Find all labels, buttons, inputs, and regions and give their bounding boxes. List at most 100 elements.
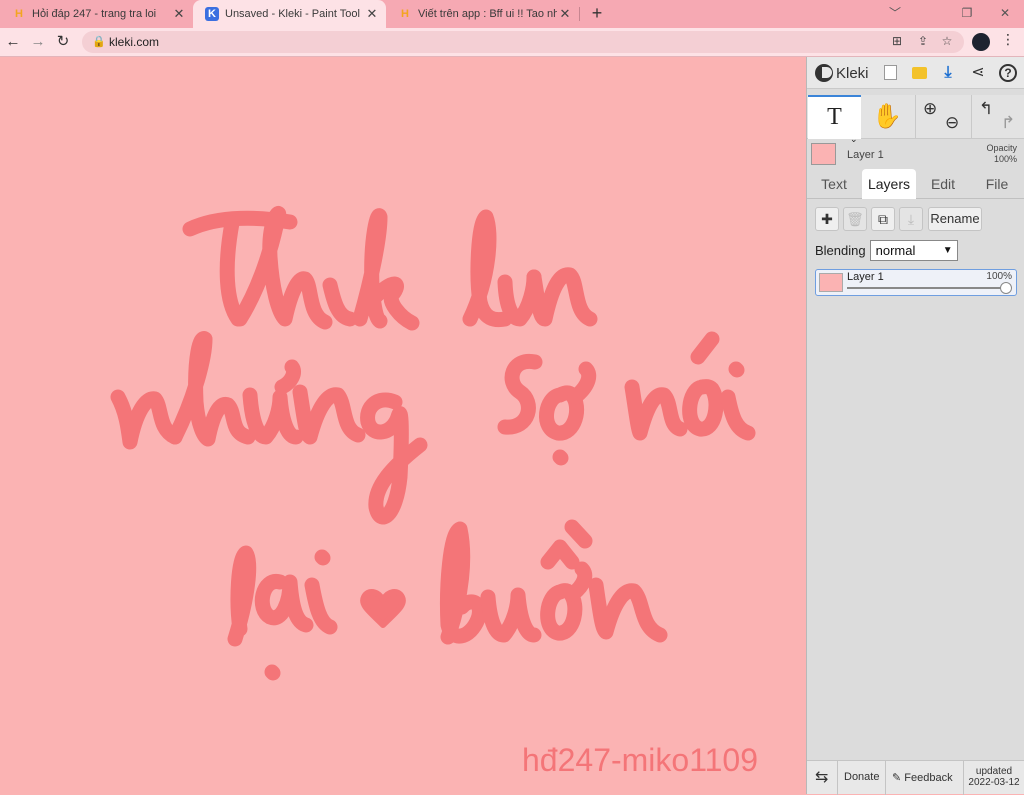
tab-close-icon[interactable]: ✕ xyxy=(557,6,573,22)
feedback-label: Feedback xyxy=(904,772,953,784)
tool-row: T ⌄ ✋ ⊕ ⊖ ↰ ↱ xyxy=(807,95,1024,144)
layer-opacity-slider[interactable] xyxy=(847,287,1007,289)
hoidap-favicon-icon: H xyxy=(401,8,409,20)
back-icon[interactable]: ← xyxy=(2,31,24,53)
minimize-icon[interactable]: ﹀ xyxy=(880,2,910,24)
zoom-out-icon[interactable]: ⊖ xyxy=(945,113,959,133)
browser-tab-kleki[interactable]: K Unsaved - Kleki - Paint Tool ✕ xyxy=(193,0,386,28)
divider xyxy=(963,761,964,795)
stroke-n3 xyxy=(292,384,366,445)
stroke-k xyxy=(352,208,420,331)
merge-down-icon[interactable]: ⤓ xyxy=(899,207,923,231)
stroke-l3 xyxy=(227,545,257,647)
tab-close-icon[interactable]: ✕ xyxy=(364,6,380,22)
tab-close-icon[interactable]: ✕ xyxy=(171,6,187,22)
blending-select[interactable]: normal ▼ xyxy=(869,239,958,261)
delete-layer-icon[interactable]: 🗑 xyxy=(843,207,867,231)
browser-tab-viet[interactable]: H Viết trên app : Bff ui !! Tao nhớ m ✕ xyxy=(386,0,579,28)
translate-icon[interactable]: ⊞ xyxy=(888,34,906,50)
swap-side-icon[interactable]: ⇆ xyxy=(815,767,828,787)
blending-label: Blending xyxy=(815,242,866,258)
stroke-o2 xyxy=(682,379,724,437)
redo-icon[interactable]: ↱ xyxy=(1001,113,1015,133)
reload-icon[interactable]: ↻ xyxy=(52,31,74,53)
stroke-s xyxy=(497,353,543,435)
divider xyxy=(915,95,916,139)
kleki-logo-icon xyxy=(815,64,833,82)
tab-file[interactable]: File xyxy=(970,169,1024,199)
browser-tab-hoidap[interactable]: H Hỏi đáp 247 - trang tra loi ✕ xyxy=(0,0,193,28)
download-icon[interactable]: ⤓ xyxy=(937,62,959,84)
kleki-logo[interactable]: Kleki xyxy=(815,63,869,83)
stroke-n5 xyxy=(588,577,668,643)
updated-date: 2022-03-12 xyxy=(968,777,1020,788)
stroke-h xyxy=(232,205,333,330)
tab-layers[interactable]: Layers xyxy=(862,169,916,199)
share-icon[interactable]: ⋖ xyxy=(967,62,989,84)
layer-list-item[interactable]: Layer 1 100% xyxy=(815,269,1017,296)
stroke-u3 xyxy=(480,587,542,643)
text-tool-button[interactable]: T ⌄ xyxy=(808,95,861,144)
chevron-down-icon: ▼ xyxy=(942,244,953,256)
new-tab-button[interactable]: + xyxy=(586,2,608,24)
opacity-label: Opacity xyxy=(986,143,1017,153)
close-window-icon[interactable]: ✕ xyxy=(990,2,1020,24)
stroke-circ xyxy=(540,539,580,570)
opacity-value: 100% xyxy=(993,154,1017,164)
rename-button[interactable]: Rename xyxy=(928,207,982,231)
profile-avatar[interactable] xyxy=(972,33,990,51)
zoom-in-icon[interactable]: ⊕ xyxy=(923,99,937,119)
updated-label: updated xyxy=(975,766,1013,777)
add-layer-icon[interactable]: ✚ xyxy=(815,207,839,231)
stroke-dot3 xyxy=(264,664,281,681)
tab-title: Unsaved - Kleki - Paint Tool xyxy=(225,8,360,20)
kleki-side-panel: Kleki ⤓ ⋖ ? T ⌄ ✋ ⊕ ⊖ ↰ ↱ Layer 1 Opacit… xyxy=(806,57,1024,795)
duplicate-layer-icon[interactable]: ⧉ xyxy=(871,207,895,231)
browser-menu-icon[interactable]: ⋮ xyxy=(1000,31,1016,48)
feedback-link[interactable]: ✎ Feedback xyxy=(892,771,953,784)
tab-title: Viết trên app : Bff ui !! Tao nhớ m xyxy=(418,8,557,20)
lock-icon[interactable]: 🔒 xyxy=(92,35,106,48)
address-bar[interactable]: 🔒 kleki.com ⊞ ⇪ ☆ xyxy=(82,31,964,53)
layer-thumbnail[interactable] xyxy=(811,143,836,165)
stroke-h2 xyxy=(167,331,256,447)
url-text[interactable]: kleki.com xyxy=(109,35,159,49)
new-image-icon[interactable] xyxy=(879,62,901,84)
watermark-text: hđ247-miko1109 xyxy=(522,742,759,778)
hand-tool-icon[interactable]: ✋ xyxy=(867,101,907,133)
hoidap-favicon-icon: H xyxy=(15,8,23,20)
tab-edit[interactable]: Edit xyxy=(916,169,970,199)
browser-toolbar: ← → ↻ 🔒 kleki.com ⊞ ⇪ ☆ ⋮ xyxy=(0,28,1024,56)
layer-name: Layer 1 xyxy=(847,271,884,283)
stroke-i xyxy=(322,277,358,327)
help-icon[interactable]: ? xyxy=(997,62,1019,84)
stroke-idot3 xyxy=(314,549,331,566)
heart xyxy=(360,589,406,628)
text-tool-icon: T xyxy=(827,104,842,130)
slider-handle[interactable] xyxy=(1000,282,1012,294)
forward-icon[interactable]: → xyxy=(27,31,49,53)
kleki-top-bar: Kleki ⤓ ⋖ ? xyxy=(807,57,1024,89)
stroke-T xyxy=(219,215,246,327)
donate-link[interactable]: Donate xyxy=(844,771,879,783)
share-page-icon[interactable]: ⇪ xyxy=(914,34,932,50)
stroke-b xyxy=(440,521,487,645)
opacity-readout: Opacity 100% xyxy=(986,143,1017,165)
current-layer-name: Layer 1 xyxy=(847,149,884,161)
open-folder-icon[interactable] xyxy=(908,62,930,84)
tab-divider xyxy=(579,7,580,21)
drawing-canvas[interactable]: hđ247-miko1109 xyxy=(0,57,806,794)
stroke-g xyxy=(360,392,428,525)
restore-icon[interactable]: ❐ xyxy=(952,2,982,24)
bookmark-star-icon[interactable]: ☆ xyxy=(938,34,956,50)
panel-bottom-bar: ⇆ Donate ✎ Feedback updated 2022-03-12 xyxy=(807,760,1024,795)
stroke-u2 xyxy=(242,387,304,445)
tab-text[interactable]: Text xyxy=(807,169,861,199)
kleki-logo-text: Kleki xyxy=(836,64,869,82)
stroke-i3 xyxy=(304,577,338,635)
layer-buttons: ✚ 🗑 ⧉ ⤓ Rename xyxy=(807,207,1024,233)
tab-title: Hỏi đáp 247 - trang tra loi xyxy=(32,8,157,20)
stroke-horn2 xyxy=(567,361,597,405)
blending-value: normal xyxy=(875,242,916,258)
undo-icon[interactable]: ↰ xyxy=(979,99,993,119)
